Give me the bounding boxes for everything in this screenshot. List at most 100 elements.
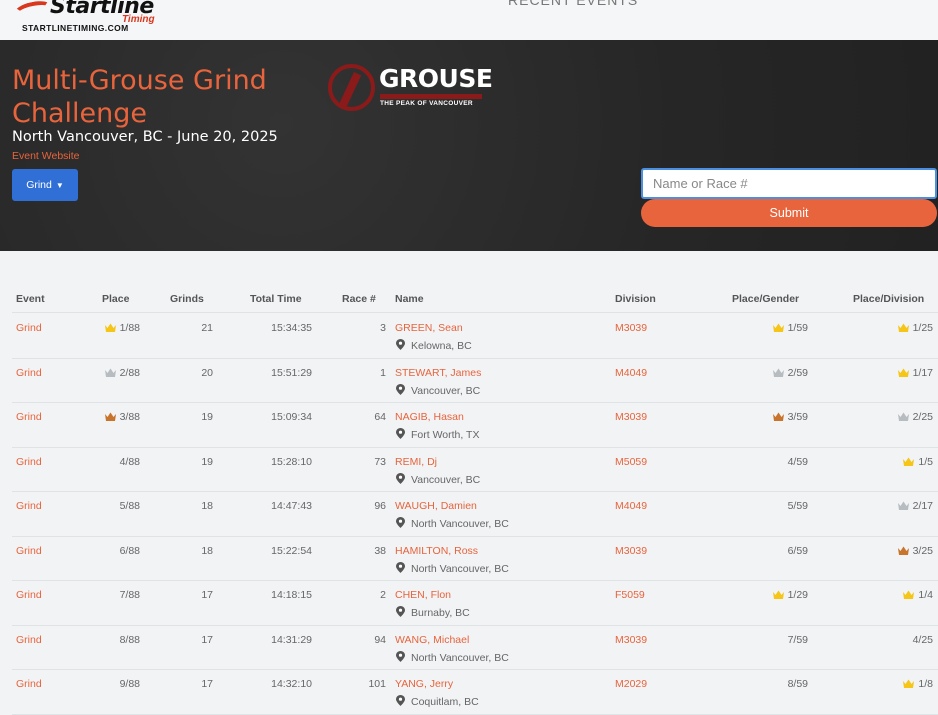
athlete-name-link[interactable]: NAGIB, Hasan: [395, 411, 464, 423]
total-time-cell-text: 14:32:10: [271, 678, 312, 690]
event-link[interactable]: Grind: [16, 500, 42, 512]
place-division-cell: 4/25: [913, 634, 933, 646]
place-gender-cell-text: 8/59: [787, 678, 808, 690]
grinds-cell-text: 17: [201, 589, 213, 601]
division-link[interactable]: F5059: [615, 589, 645, 601]
startline-logo[interactable]: Startline Timing STARTLINETIMING.COM: [12, 0, 155, 34]
event-link-text: Grind: [16, 633, 42, 646]
division-link[interactable]: M3039: [615, 322, 647, 334]
athlete-location-text: Kelowna, BC: [411, 340, 472, 352]
grinds-cell: 19: [201, 456, 213, 468]
table-row: Grind 1/88 21 15:34:35 3 GREEN, Sean M3039 1/59…: [12, 314, 938, 359]
header-total-time[interactable]: Total Time: [250, 293, 302, 305]
athlete-name-link[interactable]: CHEN, Flon: [395, 589, 451, 601]
event-link-text: Grind: [16, 589, 42, 601]
athlete-name-link[interactable]: GREEN, Sean: [395, 322, 463, 334]
race-number-cell: 94: [374, 634, 386, 646]
place-gender-cell-text: 6/59: [787, 544, 808, 557]
event-link[interactable]: Grind: [16, 456, 42, 468]
athlete-location-text: North Vancouver, BC: [411, 651, 509, 664]
total-time-cell-text: 15:28:10: [271, 455, 312, 468]
division-link-text: F5059: [615, 589, 645, 601]
total-time-cell: 14:32:10: [271, 678, 312, 690]
table-row: Grind 3/88 19 15:09:34 64 NAGIB, Hasan M3039 3/…: [12, 403, 938, 448]
place-division-cell: 1/4: [903, 589, 933, 601]
division-link[interactable]: M2029: [615, 678, 647, 690]
submit-button[interactable]: Submit: [641, 199, 937, 227]
header-race-number[interactable]: Race #: [342, 293, 376, 305]
event-link[interactable]: Grind: [16, 367, 42, 379]
header-grinds[interactable]: Grinds: [170, 293, 204, 305]
place-division-cell-text: 1/8: [918, 678, 933, 690]
event-link[interactable]: Grind: [16, 678, 42, 690]
event-link[interactable]: Grind: [16, 589, 42, 601]
division-link[interactable]: M3039: [615, 634, 647, 646]
athlete-name-link[interactable]: WANG, Michael: [395, 634, 469, 646]
gold-crown-icon: [104, 323, 116, 332]
header-name[interactable]: Name: [395, 293, 424, 305]
event-website-link[interactable]: Event Website: [12, 150, 80, 162]
total-time-cell-text: 15:51:29: [271, 366, 312, 379]
grinds-cell: 21: [201, 322, 213, 334]
division-link[interactable]: M4049: [615, 500, 647, 512]
header-event[interactable]: Event: [16, 293, 45, 305]
place-cell: 2/88: [104, 367, 140, 379]
gold-crown-icon: [772, 323, 784, 332]
grinds-cell-text: 21: [201, 322, 213, 334]
event-link-text: Grind: [16, 544, 42, 557]
bronze-crown-icon: [772, 412, 784, 421]
division-link-text: M3039: [615, 544, 648, 557]
race-number-cell: 3: [380, 322, 386, 334]
athlete-name-link-text: NAGIB, Hasan: [395, 411, 464, 423]
division-link-text: M4049: [615, 500, 648, 512]
place-gender-cell-text: 5/59: [787, 500, 808, 512]
athlete-name-link[interactable]: HAMILTON, Ross: [395, 545, 478, 557]
total-time-cell: 14:31:29: [271, 634, 312, 646]
place-cell: 4/88: [120, 456, 140, 468]
table-row: Grind 8/88 17 14:31:29 94 WANG, Michael M3039 7…: [12, 626, 938, 670]
event-link[interactable]: Grind: [16, 545, 42, 557]
total-time-cell-text: 15:09:34: [271, 411, 312, 423]
athlete-name-link[interactable]: STEWART, James: [395, 367, 481, 379]
map-pin-icon: [396, 650, 405, 662]
athlete-name-link[interactable]: YANG, Jerry: [395, 678, 453, 690]
grinds-cell: 18: [201, 500, 213, 512]
athlete-location: Vancouver, BC: [396, 472, 480, 486]
event-link[interactable]: Grind: [16, 322, 42, 334]
header-place[interactable]: Place: [102, 293, 129, 305]
event-select-label: Grind: [26, 179, 52, 191]
place-division-cell: 1/8: [903, 678, 933, 690]
grinds-cell: 20: [201, 367, 213, 379]
header-place-gender[interactable]: Place/Gender: [732, 293, 799, 305]
division-link[interactable]: M4049: [615, 367, 647, 379]
place-division-cell: 2/17: [897, 500, 933, 512]
search-input[interactable]: Name or Race #: [641, 168, 937, 199]
header-division[interactable]: Division: [615, 293, 656, 305]
place-division-cell-text: 3/25: [912, 544, 933, 557]
division-link[interactable]: M3039: [615, 545, 647, 557]
nav-recent-events[interactable]: RECENT EVENTS: [508, 0, 638, 8]
division-link[interactable]: M5059: [615, 456, 647, 468]
place-gender-cell-text: 2/59: [787, 366, 808, 379]
grouse-mountain-logo: GROUSE THE PEAK OF VANCOUVER: [328, 64, 493, 114]
header-place-division[interactable]: Place/Division: [853, 293, 924, 305]
event-link-text: Grind: [16, 500, 42, 512]
event-select-dropdown[interactable]: Grind ▼: [12, 169, 78, 201]
place-gender-cell: 1/29: [772, 589, 808, 601]
athlete-name-link[interactable]: WAUGH, Damien: [395, 500, 477, 512]
place-cell: 5/88: [120, 500, 140, 512]
division-link[interactable]: M3039: [615, 411, 647, 423]
athlete-name-link[interactable]: REMI, Dj: [395, 456, 437, 468]
athlete-name-link-text: REMI, Dj: [395, 455, 437, 468]
athlete-location: Kelowna, BC: [396, 339, 472, 352]
table-row: Grind 7/88 17 14:18:15 2 CHEN, Flon F5059 1/29 1…: [12, 581, 938, 626]
event-link[interactable]: Grind: [16, 634, 42, 646]
race-number-cell: 64: [374, 411, 386, 423]
place-division-cell: 1/25: [897, 322, 933, 334]
place-cell-text: 7/88: [119, 589, 140, 601]
race-number-cell-text: 73: [374, 455, 386, 468]
total-time-cell: 15:22:54: [271, 545, 312, 557]
place-gender-cell-text: 1/29: [787, 589, 808, 601]
event-link[interactable]: Grind: [16, 411, 42, 423]
athlete-location-text: Vancouver, BC: [411, 384, 481, 397]
